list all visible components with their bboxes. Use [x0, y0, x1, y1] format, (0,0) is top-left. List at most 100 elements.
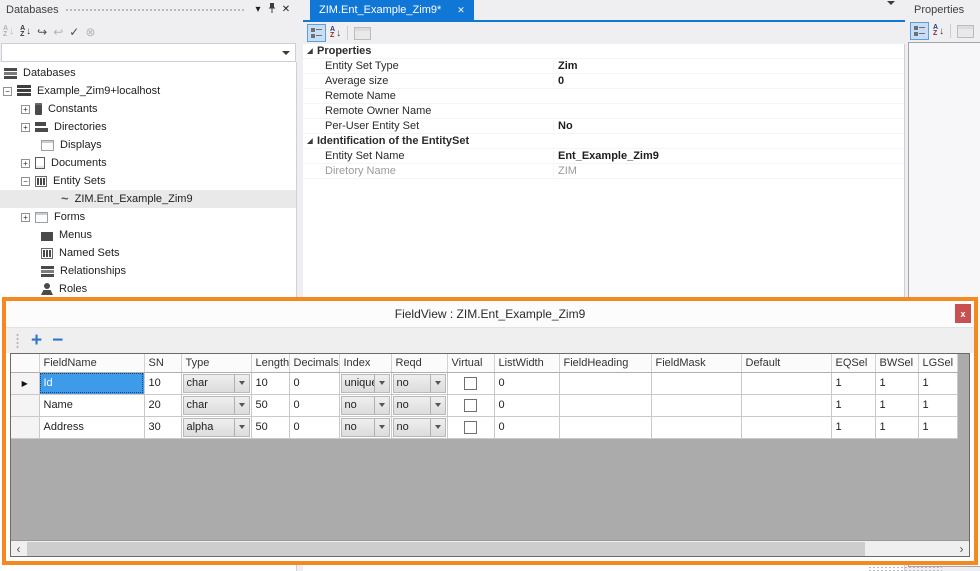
row-selector[interactable]	[11, 416, 40, 439]
validate-check-icon[interactable]: ✓	[69, 24, 79, 40]
categorized-view-icon[interactable]	[910, 22, 929, 40]
sn-cell[interactable]: 30	[144, 416, 182, 439]
tree-item-documents[interactable]: + Documents	[0, 154, 296, 172]
property-row[interactable]: Remote Owner Name	[303, 104, 904, 119]
tree-item-databases[interactable]: Databases	[0, 64, 296, 82]
column-header[interactable]: FieldHeading	[559, 354, 652, 373]
fieldmask-cell[interactable]	[651, 394, 742, 417]
fieldview-title-bar[interactable]: FieldView : ZIM.Ent_Example_Zim9 x	[6, 301, 974, 327]
property-value[interactable]: 0	[553, 75, 904, 87]
column-header[interactable]: Decimals	[289, 354, 340, 373]
fieldheading-cell[interactable]	[559, 416, 652, 439]
lgsel-cell[interactable]: 1	[918, 372, 958, 395]
fieldview-close-button[interactable]: x	[955, 304, 971, 323]
scrollbar-thumb[interactable]	[27, 541, 865, 556]
type-dropdown[interactable]: char	[181, 394, 252, 417]
column-header[interactable]: FieldMask	[651, 354, 742, 373]
tree-item-forms[interactable]: + Forms	[0, 208, 296, 226]
category-collapse-icon[interactable]: ◢	[303, 47, 317, 55]
column-header[interactable]: SN	[144, 354, 182, 373]
listwidth-cell[interactable]: 0	[494, 372, 560, 395]
close-icon[interactable]: ✕	[279, 3, 293, 17]
decimals-cell[interactable]: 0	[289, 372, 340, 395]
column-header[interactable]: Virtual	[447, 354, 495, 373]
fieldname-cell-selected[interactable]: Id	[39, 372, 145, 395]
column-header[interactable]: FieldName	[39, 354, 145, 373]
decimals-cell[interactable]: 0	[289, 394, 340, 417]
fieldname-cell[interactable]: Address	[39, 416, 145, 439]
property-row[interactable]: Entity Set Name Ent_Example_Zim9	[303, 149, 904, 164]
virtual-checkbox[interactable]	[447, 394, 495, 417]
column-header[interactable]: EQSel	[831, 354, 876, 373]
tree-item-entity-selected[interactable]: ~ ZIM.Ent_Example_Zim9	[0, 190, 296, 208]
tree-item-named-sets[interactable]: Named Sets	[0, 244, 296, 262]
property-value[interactable]: Zim	[553, 60, 904, 72]
default-cell[interactable]	[741, 416, 832, 439]
property-value[interactable]: No	[553, 120, 904, 132]
column-header[interactable]: Type	[181, 354, 252, 373]
tab-overflow-chevron-icon[interactable]	[887, 1, 895, 17]
index-dropdown[interactable]: unique	[339, 372, 392, 395]
reqd-dropdown[interactable]: no	[391, 372, 448, 395]
window-position-icon[interactable]: ▾	[251, 3, 265, 17]
category-collapse-icon[interactable]: ◢	[303, 137, 317, 145]
tab-close-icon[interactable]: ✕	[457, 5, 465, 16]
alphabetical-sort-icon[interactable]: A Z ↓	[330, 25, 341, 41]
property-row[interactable]: Per-User Entity Set No	[303, 119, 904, 134]
property-row[interactable]: Average size 0	[303, 74, 904, 89]
tree-item-menus[interactable]: Menus	[0, 226, 296, 244]
tree-item-relationships[interactable]: Relationships	[0, 262, 296, 280]
document-tab[interactable]: ZIM.Ent_Example_Zim9* ✕	[310, 0, 474, 20]
add-field-button[interactable]: +	[31, 331, 42, 350]
bwsel-cell[interactable]: 1	[875, 416, 919, 439]
sn-cell[interactable]: 10	[144, 372, 182, 395]
virtual-checkbox[interactable]	[447, 416, 495, 439]
sort-ascending-icon[interactable]: A Z ↓	[20, 24, 31, 40]
default-cell[interactable]	[741, 394, 832, 417]
sn-cell[interactable]: 20	[144, 394, 182, 417]
length-cell[interactable]: 50	[251, 394, 290, 417]
fieldheading-cell[interactable]	[559, 394, 652, 417]
fieldmask-cell[interactable]	[651, 372, 742, 395]
current-row-marker[interactable]: ▶	[11, 372, 40, 395]
pin-icon[interactable]	[265, 2, 279, 19]
categorized-view-icon[interactable]	[307, 24, 326, 42]
bwsel-cell[interactable]: 1	[875, 394, 919, 417]
eqsel-cell[interactable]: 1	[831, 416, 876, 439]
expand-icon[interactable]: +	[21, 158, 30, 168]
eqsel-cell[interactable]: 1	[831, 372, 876, 395]
column-header[interactable]: Default	[741, 354, 832, 373]
fieldmask-cell[interactable]	[651, 416, 742, 439]
column-header[interactable]: LGSel	[918, 354, 958, 373]
alphabetical-sort-icon[interactable]: A Z ↓	[933, 23, 944, 39]
scroll-right-icon[interactable]: ›	[954, 542, 969, 556]
virtual-checkbox[interactable]	[447, 372, 495, 395]
property-row[interactable]: Remote Name	[303, 89, 904, 104]
fieldheading-cell[interactable]	[559, 372, 652, 395]
reqd-dropdown[interactable]: no	[391, 394, 448, 417]
length-cell[interactable]: 10	[251, 372, 290, 395]
export-icon[interactable]: ↪	[37, 24, 47, 40]
fieldname-cell[interactable]: Name	[39, 394, 145, 417]
type-dropdown[interactable]: alpha	[181, 416, 252, 439]
lgsel-cell[interactable]: 1	[918, 416, 958, 439]
tree-item-roles[interactable]: Roles	[0, 280, 296, 298]
decimals-cell[interactable]: 0	[289, 416, 340, 439]
column-header[interactable]: BWSel	[875, 354, 919, 373]
lgsel-cell[interactable]: 1	[918, 394, 958, 417]
index-dropdown[interactable]: no	[339, 416, 392, 439]
length-cell[interactable]: 50	[251, 416, 290, 439]
eqsel-cell[interactable]: 1	[831, 394, 876, 417]
listwidth-cell[interactable]: 0	[494, 394, 560, 417]
category-row[interactable]: ◢ Identification of the EntitySet	[303, 134, 904, 149]
tree-item-database-root[interactable]: − Example_Zim9+localhost	[0, 82, 296, 100]
combo-chevron-icon[interactable]	[282, 50, 290, 55]
default-cell[interactable]	[741, 372, 832, 395]
property-row[interactable]: Entity Set Type Zim	[303, 59, 904, 74]
bwsel-cell[interactable]: 1	[875, 372, 919, 395]
index-dropdown[interactable]: no	[339, 394, 392, 417]
expand-icon[interactable]: +	[21, 212, 30, 222]
scroll-left-icon[interactable]: ‹	[11, 542, 26, 556]
tree-item-entity-sets[interactable]: − Entity Sets	[0, 172, 296, 190]
reqd-dropdown[interactable]: no	[391, 416, 448, 439]
